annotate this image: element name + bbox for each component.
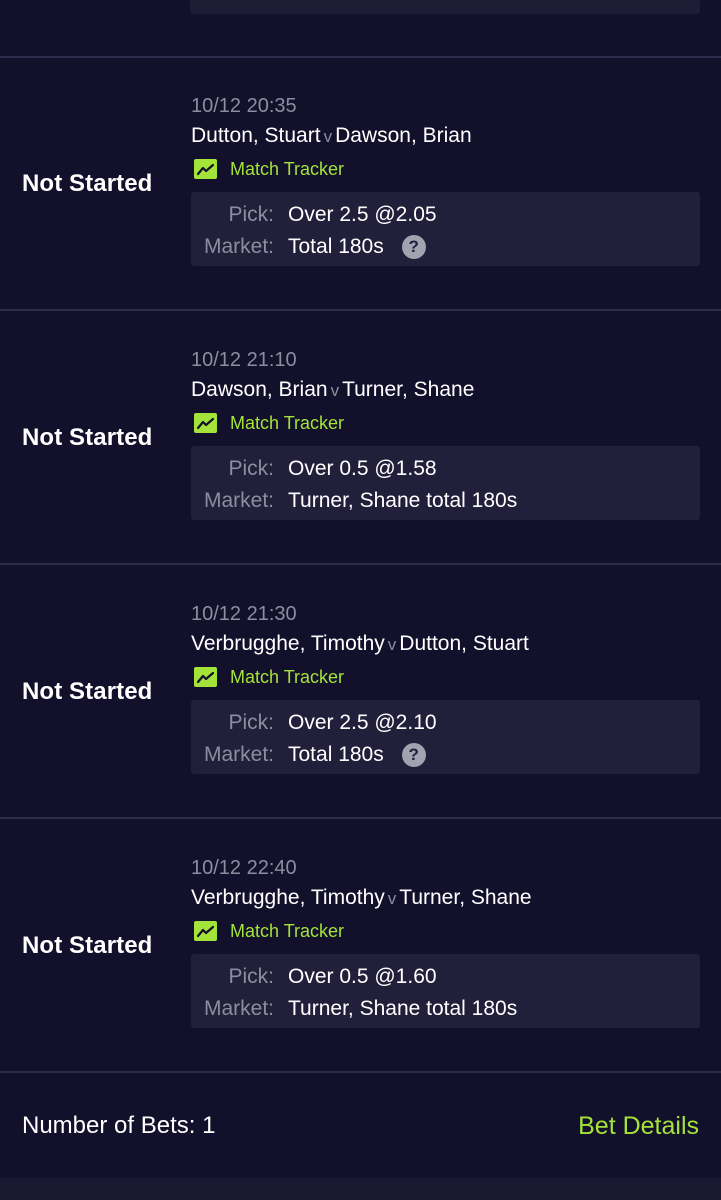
- home-player: Verbrugghe, Timothy: [191, 886, 385, 909]
- bet-status: Not Started: [22, 424, 153, 451]
- pick-line: Pick: Over 0.5 @1.58: [191, 453, 700, 485]
- match-tracker-label: Match Tracker: [230, 920, 345, 941]
- bet-row[interactable]: Not Started 10/12 21:30 Verbrugghe, Timo…: [0, 566, 721, 818]
- pick-line: Pick: Over 2.5 @2.05: [191, 199, 700, 231]
- bet-details-link[interactable]: Bet Details: [578, 1112, 699, 1141]
- bet-info: 10/12 21:10 Dawson, Brian v Turner, Shane …: [191, 346, 700, 520]
- pick-value: Over 0.5 @1.60: [288, 965, 437, 988]
- bet-row[interactable]: Not Started 10/12 20:35 Dutton, Stuart v D…: [0, 58, 721, 310]
- match-datetime: 10/12 22:40: [191, 857, 297, 879]
- bet-footer: Number of Bets: 1 Bet Details: [0, 1074, 721, 1178]
- market-value: Turner, Shane total 180s: [288, 997, 518, 1020]
- bet-info: 10/12 20:35 Dutton, Stuart v Dawson, Brian…: [191, 92, 700, 266]
- divider: [0, 817, 721, 819]
- match-teams[interactable]: Verbrugghe, Timothy v Turner, Shane: [191, 882, 700, 914]
- home-player: Dawson, Brian: [191, 378, 328, 401]
- match-teams[interactable]: Verbrugghe, Timothy v Dutton, Stuart: [191, 628, 700, 660]
- pick-box: Pick: Over 2.5 @2.10 Market: Total 180s …: [191, 700, 700, 774]
- pick-line: Pick: Over 2.5 @2.10: [191, 707, 700, 739]
- pick-value: Over 2.5 @2.05: [288, 203, 437, 226]
- bet-row[interactable]: Not Started 10/12 22:40 Verbrugghe, Timo…: [0, 820, 721, 1072]
- away-player: Dutton, Stuart: [399, 632, 529, 655]
- away-player: Turner, Shane: [342, 378, 475, 401]
- bet-info: 10/12 22:40 Verbrugghe, Timothy v Turner, …: [191, 854, 700, 1028]
- bet-info: 10/12 21:30 Verbrugghe, Timothy v Dutton, …: [191, 600, 700, 774]
- match-tracker-label: Match Tracker: [230, 666, 345, 687]
- match-datetime: 10/12 21:10: [191, 349, 297, 371]
- question-circle-icon[interactable]: ?: [401, 743, 426, 767]
- bet-row[interactable]: Not Started 10/12 21:10 Dawson, Brian v Tu…: [0, 312, 721, 564]
- pick-label: Pick:: [228, 965, 274, 988]
- question-circle-icon[interactable]: ?: [401, 235, 426, 259]
- bet-count: Number of Bets: 1: [22, 1112, 216, 1139]
- match-tracker-link[interactable]: Match Tracker: [191, 406, 700, 440]
- bet-slip-page: Not Started 10/12 20:35 Dutton, Stuart v D…: [0, 0, 721, 1200]
- match-teams[interactable]: Dawson, Brian v Turner, Shane: [191, 374, 700, 406]
- away-player: Turner, Shane: [399, 886, 532, 909]
- market-line: Market: Total 180s ?: [191, 739, 700, 771]
- match-datetime: 10/12 21:30: [191, 603, 297, 625]
- pick-line: Pick: Over 0.5 @1.60: [191, 961, 700, 993]
- market-value: Total 180s: [288, 743, 384, 766]
- pick-label: Pick:: [228, 711, 274, 734]
- market-label: Market:: [203, 489, 274, 512]
- match-tracker-link[interactable]: Match Tracker: [191, 660, 700, 694]
- market-label: Market:: [203, 743, 274, 766]
- home-player: Verbrugghe, Timothy: [191, 632, 385, 655]
- away-player: Dawson, Brian: [335, 124, 472, 147]
- versus-label: v: [323, 127, 333, 146]
- chart-trend-icon: [194, 159, 217, 179]
- pick-box: Pick: Over 0.5 @1.60 Market: Turner, Sha…: [191, 954, 700, 1028]
- market-line: Market: Turner, Shane total 180s: [191, 993, 700, 1025]
- pick-label: Pick:: [228, 457, 274, 480]
- bet-status: Not Started: [22, 170, 153, 197]
- match-tracker-label: Match Tracker: [230, 158, 345, 179]
- versus-label: v: [387, 635, 397, 654]
- divider: [0, 1071, 721, 1073]
- next-section-edge: [0, 1178, 721, 1200]
- pick-value: Over 2.5 @2.10: [288, 711, 437, 734]
- market-label: Market:: [203, 235, 274, 258]
- divider: [0, 309, 721, 311]
- pick-box: Pick: Over 0.5 @1.58 Market: Turner, Sha…: [191, 446, 700, 520]
- versus-label: v: [387, 889, 397, 908]
- match-tracker-label: Match Tracker: [230, 412, 345, 433]
- pick-value: Over 0.5 @1.58: [288, 457, 437, 480]
- versus-label: v: [330, 381, 340, 400]
- chart-trend-icon: [194, 413, 217, 433]
- match-tracker-link[interactable]: Match Tracker: [191, 914, 700, 948]
- bet-status: Not Started: [22, 678, 153, 705]
- market-line: Market: Turner, Shane total 180s: [191, 485, 700, 517]
- match-teams[interactable]: Dutton, Stuart v Dawson, Brian: [191, 120, 700, 152]
- chart-trend-icon: [194, 921, 217, 941]
- market-label: Market:: [203, 997, 274, 1020]
- divider: [0, 563, 721, 565]
- pick-label: Pick:: [228, 203, 274, 226]
- match-tracker-link[interactable]: Match Tracker: [191, 152, 700, 186]
- home-player: Dutton, Stuart: [191, 124, 321, 147]
- bet-status: Not Started: [22, 932, 153, 959]
- previous-pick-box: [190, 0, 700, 14]
- chart-trend-icon: [194, 667, 217, 687]
- market-line: Market: Total 180s ?: [191, 231, 700, 263]
- pick-box: Pick: Over 2.5 @2.05 Market: Total 180s …: [191, 192, 700, 266]
- market-value: Total 180s: [288, 235, 384, 258]
- market-value: Turner, Shane total 180s: [288, 489, 518, 512]
- match-datetime: 10/12 20:35: [191, 95, 297, 117]
